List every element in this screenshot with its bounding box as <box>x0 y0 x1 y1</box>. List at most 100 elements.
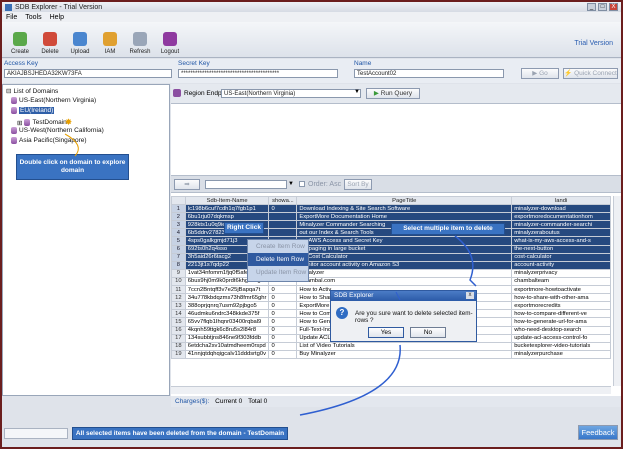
pagetitle-cell[interactable]: Download Indexing & Site Search Software <box>296 204 513 214</box>
row-number-cell[interactable]: 12 <box>171 293 186 303</box>
pagetitle-cell[interactable]: my AWS Access and Secret Key <box>296 236 513 246</box>
item-name-cell[interactable]: 34u778kbdqzms73h8fmr65ghr <box>184 293 270 303</box>
showa-cell[interactable]: 0 <box>268 341 298 351</box>
pagetitle-cell[interactable]: S3 Cost Calculator <box>296 252 513 262</box>
row-number-cell[interactable]: 6 <box>171 244 186 254</box>
attribute-select[interactable] <box>205 180 287 189</box>
row-number-cell[interactable]: 1 <box>171 204 186 214</box>
row-number-cell[interactable]: 10 <box>171 276 186 287</box>
close-button[interactable]: X <box>609 3 618 11</box>
table-row[interactable]: 5 4sps0galkgmjd71j3 my AWS Access and Secr… <box>171 236 611 246</box>
delete-button[interactable]: Delete <box>36 25 64 57</box>
menu-item-delete-row[interactable]: Delete Item Row <box>248 253 308 266</box>
grid-header-pagetitle[interactable]: PageTitle <box>296 195 513 206</box>
showa-cell[interactable]: 0 <box>268 301 298 311</box>
pagetitle-cell[interactable]: ExportMore Documentation Home <box>296 212 513 222</box>
item-name-cell[interactable]: 6etdcha2sv10atmdheem0rspd <box>184 341 270 351</box>
pagetitle-cell[interactable]: Buy Minalyzer <box>296 349 513 359</box>
landing-cell[interactable]: the-next-button <box>511 244 611 254</box>
landing-cell[interactable]: bucketexplorer-video-tutorials <box>511 341 611 351</box>
row-number-cell[interactable]: 5 <box>171 236 186 246</box>
row-number-cell[interactable]: 17 <box>171 333 186 343</box>
landing-cell[interactable]: exportmore-howtoactivate <box>511 285 611 295</box>
go-button[interactable]: ▶ Go <box>521 68 559 79</box>
grid-vertical-scrollbar[interactable] <box>613 196 621 386</box>
maximize-button[interactable]: □ <box>598 3 607 11</box>
showa-cell[interactable]: 0 <box>268 309 298 319</box>
item-name-cell[interactable]: 388oprjqnrq7usm92pjbgo5 <box>184 301 270 311</box>
item-name-cell[interactable]: 4kqnh59ttgk6c8ru5s2l84r8 <box>184 325 270 335</box>
no-button[interactable]: No <box>410 327 446 338</box>
upload-button[interactable]: Upload <box>66 25 94 57</box>
landing-cell[interactable]: exportmoredocumentationhom <box>511 212 611 222</box>
table-row[interactable]: 91vat34nfomm1fjq0f5afe3er0Minalyzerminal… <box>171 268 611 278</box>
row-number-cell[interactable]: 8 <box>171 260 186 270</box>
table-row[interactable]: 19 41nnjqtdqhqigcalv11dddsrtg0v 0 Buy Minal… <box>171 349 611 359</box>
landing-cell[interactable]: exportmorecredits <box>511 301 611 311</box>
grid-header-showa[interactable]: showa... <box>268 195 298 206</box>
grid-header-landing[interactable]: landi <box>511 195 611 206</box>
query-editor[interactable] <box>171 104 621 175</box>
dialog-close-icon[interactable]: x <box>466 292 474 299</box>
chevron-down-icon[interactable]: ▼ <box>354 89 360 95</box>
landing-cell[interactable]: how-to-share-with-other-ama <box>511 293 611 303</box>
row-number-cell[interactable]: 9 <box>171 268 186 278</box>
showa-cell[interactable]: 0 <box>268 293 298 303</box>
minimize-button[interactable]: _ <box>587 3 596 11</box>
landing-cell[interactable]: who-need-desktop-search <box>511 325 611 335</box>
create-button[interactable]: Create <box>6 25 34 57</box>
menu-tools[interactable]: Tools <box>25 14 41 21</box>
pagetitle-cell[interactable]: monitor account activity on Amazon S3 <box>296 260 513 270</box>
item-name-cell[interactable]: 6bu1rju07dqkmsp <box>184 212 270 222</box>
showa-cell[interactable] <box>268 212 298 222</box>
item-name-cell[interactable]: 41nnjqtdqhqigcalv11dddsrtg0v <box>184 349 270 359</box>
row-number-cell[interactable]: 13 <box>171 301 186 311</box>
menu-file[interactable]: File <box>6 14 17 21</box>
showa-cell[interactable] <box>268 228 298 238</box>
landing-cell[interactable]: account-activity <box>511 260 611 270</box>
landing-cell[interactable]: minalyzeraboutus <box>511 228 611 238</box>
landing-cell[interactable]: cost-calculator <box>511 252 611 262</box>
pagetitle-cell[interactable]: Minalyzer <box>296 268 513 278</box>
row-number-cell[interactable]: 7 <box>171 252 186 262</box>
region-endpoint-select[interactable]: US-East(Northern Virginia) <box>221 89 361 98</box>
account-name-field[interactable]: TestAccount02 <box>354 69 504 78</box>
row-number-cell[interactable]: 16 <box>171 325 186 335</box>
landing-cell[interactable]: how-to-generate-url-for-ama <box>511 317 611 327</box>
pagetitle-cell[interactable]: set paging in large bucket <box>296 244 513 254</box>
row-number-cell[interactable]: 14 <box>171 309 186 319</box>
quick-connect-button[interactable]: ⚡ Quick Connect <box>563 68 618 79</box>
sort-by-button[interactable]: Sort By <box>344 179 372 190</box>
landing-cell[interactable]: minalyzerpurchase <box>511 349 611 359</box>
logout-button[interactable]: Logout <box>156 25 184 57</box>
landing-cell[interactable]: update-acl-access-control-fo <box>511 333 611 343</box>
menu-item-update-row[interactable]: Update Item Row <box>248 266 308 279</box>
table-row[interactable]: 8 2213jt1s7qdp22 monitor account activity … <box>171 260 611 270</box>
landing-cell[interactable]: minalyzer-download <box>511 204 611 214</box>
landing-cell[interactable]: what-is-my-aws-access-and-s <box>511 236 611 246</box>
item-name-cell[interactable]: 65vv7flqb1Ihqnr03400rqbal9 <box>184 317 270 327</box>
landing-cell[interactable]: how-to-compare-different-ve <box>511 309 611 319</box>
tree-item-eu-ireland[interactable]: EU(Ireland) <box>11 107 55 114</box>
landing-cell[interactable]: chambalteam <box>511 276 611 287</box>
execute-arrow-button[interactable]: ➡ <box>174 179 200 190</box>
tree-item-us-west[interactable]: US-West(Northern California) <box>11 127 104 134</box>
feedback-button[interactable]: Feedback <box>578 425 618 440</box>
showa-cell[interactable]: 0 <box>268 333 298 343</box>
row-number-cell[interactable]: 15 <box>171 317 186 327</box>
row-number-cell[interactable]: 11 <box>171 285 186 295</box>
grid-horizontal-scrollbar[interactable] <box>171 386 611 394</box>
table-row[interactable]: 18 6etdcha2sv10atmdheem0rspd 0 List of Vide… <box>171 341 611 351</box>
iam-button[interactable]: IAM <box>96 25 124 57</box>
landing-cell[interactable]: minalyzer-commander-searchi <box>511 220 611 230</box>
table-row[interactable]: 1 lc198b6cuf7cdh1q7fgb1p1 0 Download Indexi… <box>171 204 611 214</box>
showa-cell[interactable]: 0 <box>268 317 298 327</box>
landing-cell[interactable]: minalyzerprivacy <box>511 268 611 278</box>
table-row[interactable]: 7 3h5aid26r6tacg2 S3 Cost Calculator cost-c… <box>171 252 611 262</box>
item-name-cell[interactable]: 134subbtjns846ne9f303fddb <box>184 333 270 343</box>
row-number-cell[interactable]: 19 <box>171 349 186 359</box>
showa-cell[interactable] <box>268 220 298 230</box>
table-row[interactable]: 106bus9hj0m9k0prdt6khgvnngf0Chambal.comc… <box>171 276 611 287</box>
grid-header-item-name[interactable]: Sdb-Item-Name <box>184 195 270 206</box>
access-key-field[interactable]: AKIAJBSJHEDA32KW73FA <box>4 69 172 78</box>
